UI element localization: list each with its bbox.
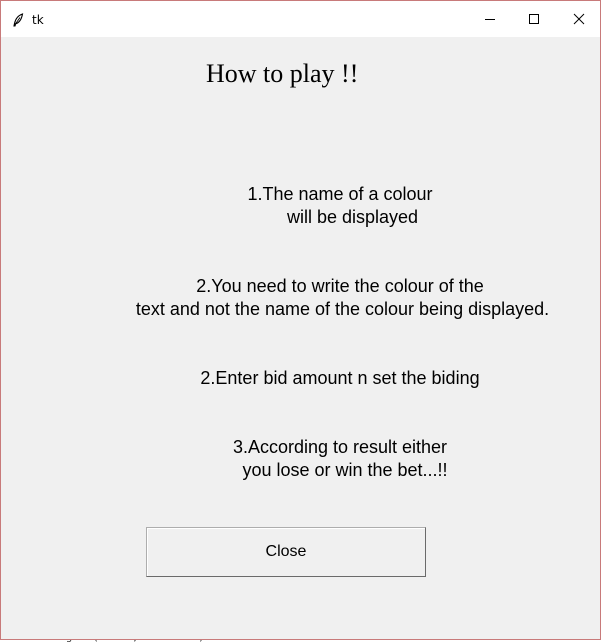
minimize-icon xyxy=(485,19,495,20)
window-close-button[interactable] xyxy=(556,1,601,37)
close-icon xyxy=(573,13,585,25)
tk-window: tk How to play !! 1.The name of a colour… xyxy=(0,0,601,640)
minimize-button[interactable] xyxy=(467,1,513,37)
window-title: tk xyxy=(32,13,44,27)
window-content: How to play !! 1.The name of a colour wi… xyxy=(1,37,600,639)
instruction-2: 2.You need to write the colour of the te… xyxy=(135,276,550,319)
instruction-4: 3.According to result either you lose or… xyxy=(232,437,448,480)
instruction-3: 2.Enter bid amount n set the biding xyxy=(200,368,480,388)
maximize-button[interactable] xyxy=(511,1,557,37)
feather-icon xyxy=(11,12,25,27)
maximize-icon xyxy=(529,14,539,24)
instruction-1: 1.The name of a colour will be displayed xyxy=(247,184,433,227)
title-bar[interactable]: tk xyxy=(1,1,600,37)
close-button[interactable]: Close xyxy=(146,527,426,577)
page-title: How to play !! xyxy=(206,59,359,88)
